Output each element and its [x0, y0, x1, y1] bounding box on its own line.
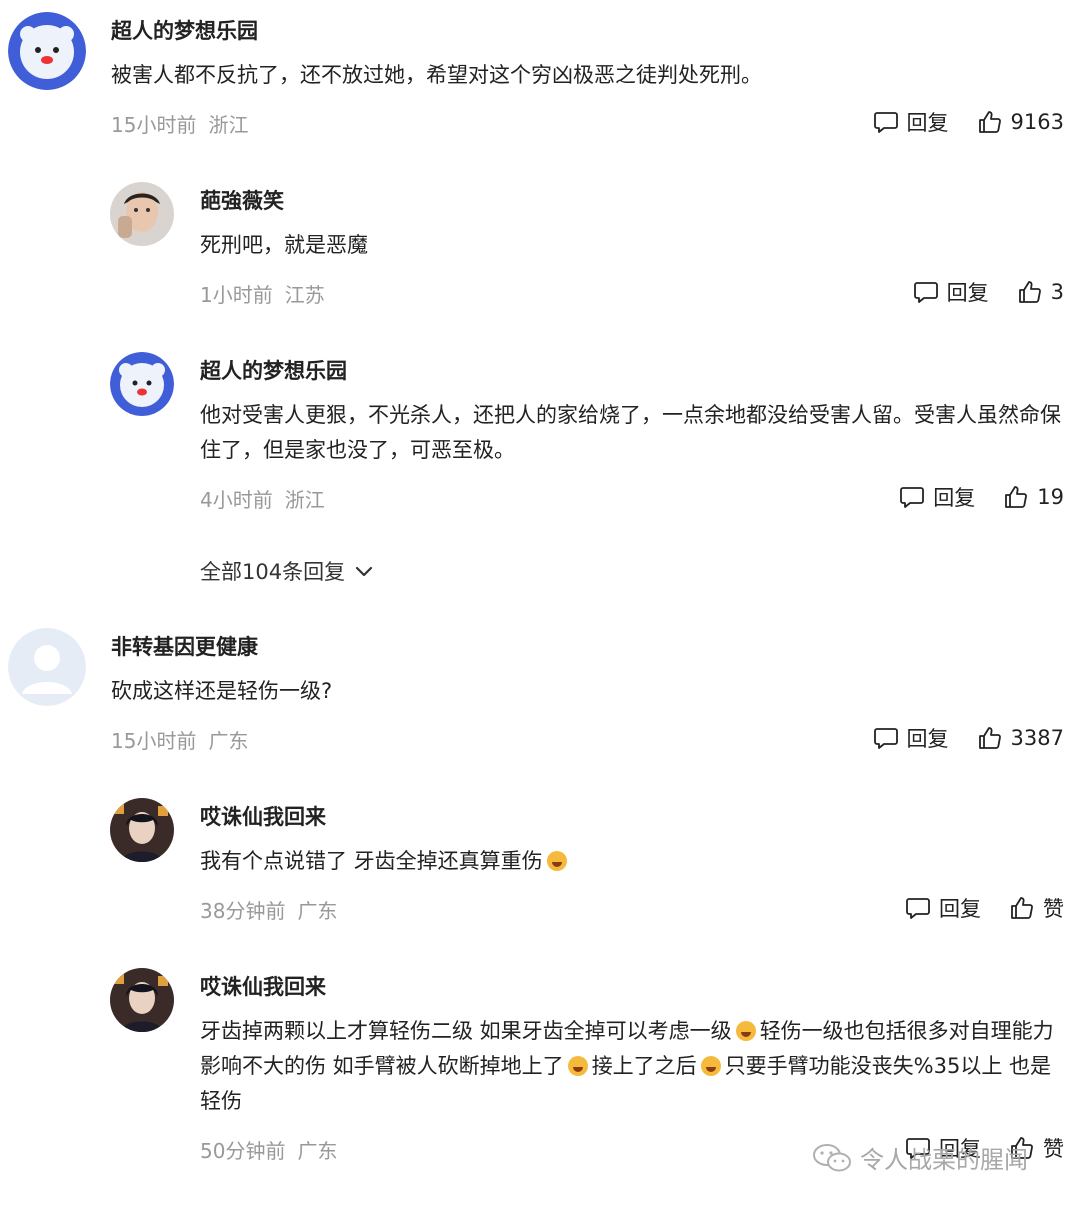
avatar[interactable] — [110, 798, 174, 862]
region: 广东 — [208, 729, 249, 753]
region: 浙江 — [208, 113, 249, 137]
thumbs-up-icon — [1011, 897, 1033, 919]
comment-actions: 回复 9163 — [845, 107, 1064, 137]
region: 广东 — [297, 899, 338, 923]
timestamp: 1小时前 — [200, 283, 273, 307]
username[interactable]: 超人的梦想乐园 — [111, 15, 258, 45]
comment-text: 他对受害人更狠，不光杀人，还把人的家给烧了，一点余地都没给受害人留。受害人虽然命… — [200, 403, 1061, 462]
reply-label: 回复 — [906, 111, 949, 135]
watermark: 令人战栗的腥闻 — [812, 1140, 1028, 1175]
speech-bubble-icon — [906, 898, 930, 919]
like-button[interactable]: 9163 — [977, 109, 1064, 135]
like-label: 赞 — [1043, 1137, 1064, 1161]
comment-actions: 回复 19 — [871, 482, 1064, 512]
avatar[interactable] — [8, 12, 86, 90]
thumbs-up-icon — [978, 727, 1001, 749]
avatar[interactable] — [110, 182, 174, 246]
comment-text-segment: 接上了之后 — [591, 1054, 697, 1078]
comment-meta: 50分钟前 广东 — [200, 1135, 337, 1164]
region: 江苏 — [284, 283, 325, 307]
comment-meta: 4小时前 浙江 — [200, 484, 325, 513]
like-count: 19 — [1037, 485, 1064, 509]
comment-meta: 15小时前 广东 — [111, 725, 248, 754]
laughing-emoji-icon — [567, 1056, 588, 1076]
watermark-text: 令人战栗的腥闻 — [860, 1146, 1028, 1174]
speech-bubble-icon — [873, 112, 898, 133]
laughing-emoji-icon — [546, 851, 567, 871]
like-count: 3 — [1050, 280, 1064, 304]
doge-emoji-icon — [700, 1056, 721, 1076]
thumbs-up-icon — [978, 111, 1001, 133]
comment-text: 被害人都不反抗了，还不放过她，希望对这个穷凶极恶之徒判处死刑。 — [111, 63, 762, 87]
thumbs-up-icon — [1005, 486, 1028, 508]
reply-button[interactable]: 回复 — [873, 107, 949, 137]
like-button[interactable]: 3387 — [977, 725, 1064, 751]
like-label: 赞 — [1043, 897, 1064, 921]
comment-text-segment: 牙齿掉两颗以上才算轻伤二级 如果牙齿全掉可以考虑一级 — [200, 1019, 732, 1043]
like-button[interactable]: 赞 — [1009, 893, 1064, 923]
comment-actions: 回复 赞 — [877, 893, 1064, 923]
region: 浙江 — [284, 488, 325, 512]
comment-actions: 回复 3 — [885, 277, 1064, 307]
timestamp: 50分钟前 — [200, 1139, 286, 1163]
reply-button[interactable]: 回复 — [913, 277, 989, 307]
comment-text: 死刑吧，就是恶魔 — [200, 233, 368, 257]
timestamp: 15小时前 — [111, 113, 197, 137]
avatar[interactable] — [8, 628, 86, 706]
wechat-icon — [813, 1143, 851, 1171]
speech-bubble-icon — [873, 728, 898, 749]
speech-bubble-icon — [900, 487, 925, 508]
username[interactable]: 葩強薇笑 — [200, 185, 284, 215]
timestamp: 15小时前 — [111, 729, 197, 753]
reply-button[interactable]: 回复 — [899, 482, 975, 512]
like-count: 3387 — [1010, 726, 1064, 750]
comment-text: 砍成这样还是轻伤一级? — [111, 679, 333, 703]
comment-text-segment: 我有个点说错了 牙齿全掉还真算重伤 — [200, 849, 543, 873]
speech-bubble-icon — [913, 282, 938, 303]
region: 广东 — [297, 1139, 338, 1163]
avatar[interactable] — [110, 968, 174, 1032]
reply-label: 回复 — [933, 486, 976, 510]
reply-label: 回复 — [906, 727, 949, 751]
thumbs-up-icon — [1018, 281, 1041, 303]
comment-meta: 38分钟前 广东 — [200, 895, 337, 924]
like-button[interactable]: 19 — [1003, 484, 1064, 510]
reply-button[interactable]: 回复 — [905, 893, 981, 923]
reply-label: 回复 — [946, 281, 989, 305]
expand-replies-button[interactable]: 全部104条回复 — [200, 556, 375, 586]
username[interactable]: 超人的梦想乐园 — [200, 355, 347, 385]
reply-button[interactable]: 回复 — [873, 723, 949, 753]
like-button[interactable]: 3 — [1017, 279, 1064, 305]
timestamp: 4小时前 — [200, 488, 273, 512]
comment-text: 我有个点说错了 牙齿全掉还真算重伤 — [200, 844, 1060, 879]
username[interactable]: 哎诛仙我回来 — [200, 801, 326, 831]
username[interactable]: 哎诛仙我回来 — [200, 971, 326, 1001]
reply-label: 回复 — [939, 897, 981, 921]
timestamp: 38分钟前 — [200, 899, 286, 923]
expand-replies-label: 全部104条回复 — [200, 560, 346, 584]
heart-eyes-emoji-icon — [735, 1021, 756, 1041]
comment-meta: 15小时前 浙江 — [111, 109, 248, 138]
comment-actions: 回复 3387 — [845, 723, 1064, 753]
chevron-down-icon — [355, 566, 373, 577]
avatar[interactable] — [110, 352, 174, 416]
comment-meta: 1小时前 江苏 — [200, 279, 325, 308]
comment-text: 牙齿掉两颗以上才算轻伤二级 如果牙齿全掉可以考虑一级 轻伤一级也包括很多对自理能力… — [200, 1014, 1068, 1119]
like-count: 9163 — [1010, 110, 1064, 134]
username[interactable]: 非转基因更健康 — [111, 631, 258, 661]
